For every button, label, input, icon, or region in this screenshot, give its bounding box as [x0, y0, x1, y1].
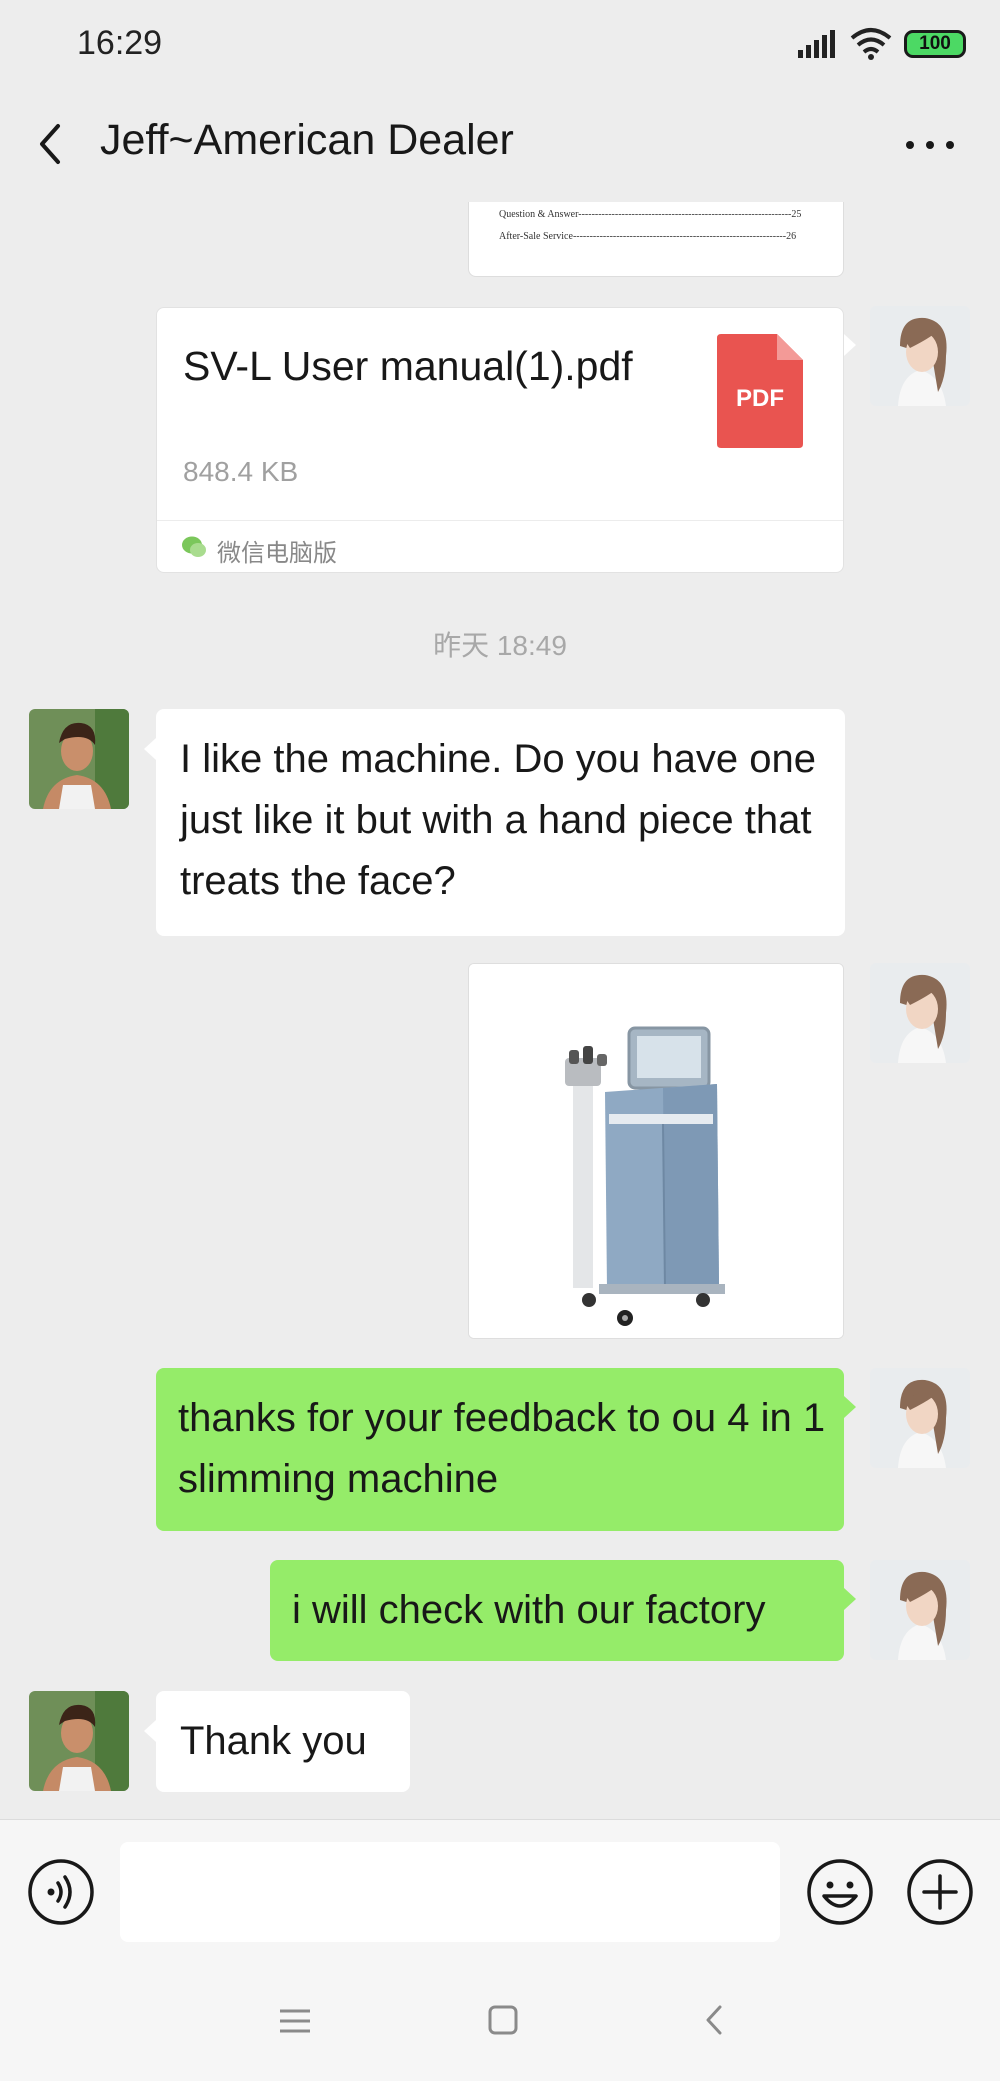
bubble-tail: [844, 1588, 856, 1610]
signal-icon: [798, 30, 835, 58]
status-time: 16:29: [77, 24, 163, 62]
more-dots-icon[interactable]: [896, 120, 966, 170]
file-source: 微信电脑版: [217, 540, 337, 567]
pdf-file-icon: PDF: [717, 334, 803, 448]
message-text: I like the machine. Do you have one just…: [180, 737, 816, 903]
toc-line: After-Sale Service----------------------…: [499, 231, 797, 242]
home-icon[interactable]: [488, 2003, 518, 2037]
slimming-machine-image: [469, 964, 843, 1338]
my-avatar[interactable]: [870, 963, 970, 1063]
chevron-left-icon[interactable]: [28, 114, 84, 174]
document-preview[interactable]: Question & Answer-----------------------…: [468, 202, 844, 277]
input-bar: [0, 1819, 1000, 1961]
toc-line: Question & Answer-----------------------…: [499, 209, 802, 220]
image-message[interactable]: [468, 963, 844, 1339]
bubble-tail: [144, 1720, 156, 1742]
file-message[interactable]: SV-L User manual(1).pdf 848.4 KB PDF 微信电…: [156, 307, 844, 573]
bubble-tail: [844, 334, 856, 356]
voice-icon[interactable]: [27, 1858, 95, 1926]
wifi-icon: [850, 28, 892, 60]
message-input[interactable]: [120, 1842, 780, 1942]
my-avatar[interactable]: [870, 1560, 970, 1660]
menu-icon[interactable]: [278, 2005, 312, 2037]
contact-avatar[interactable]: [29, 709, 129, 809]
emoji-icon[interactable]: [806, 1858, 874, 1926]
file-size: 848.4 KB: [183, 456, 299, 487]
chat-title: Jeff~American Dealer: [100, 116, 514, 164]
message-text: i will check with our factory: [292, 1588, 766, 1632]
status-bar: 16:29 100: [0, 0, 1000, 90]
file-name: SV-L User manual(1).pdf: [183, 343, 633, 389]
chat-header: Jeff~American Dealer: [0, 90, 1000, 202]
bubble-tail: [844, 1396, 856, 1418]
outgoing-message-bubble[interactable]: thanks for your feedback to ou 4 in 1 sl…: [156, 1368, 844, 1531]
message-list[interactable]: Question & Answer-----------------------…: [0, 202, 1000, 1819]
message-timestamp: 昨天 18:49: [433, 630, 567, 661]
file-footer: 微信电脑版: [157, 520, 843, 574]
my-avatar[interactable]: [870, 1368, 970, 1468]
incoming-message-bubble[interactable]: I like the machine. Do you have one just…: [156, 709, 845, 936]
message-text: Thank you: [180, 1719, 367, 1763]
incoming-message-bubble[interactable]: Thank you: [156, 1691, 410, 1792]
battery-indicator: 100: [904, 30, 966, 58]
wechat-icon: [182, 536, 206, 557]
system-nav-bar: [0, 1961, 1000, 2081]
my-avatar[interactable]: [870, 306, 970, 406]
plus-icon[interactable]: [906, 1858, 974, 1926]
contact-avatar[interactable]: [29, 1691, 129, 1791]
outgoing-message-bubble[interactable]: i will check with our factory: [270, 1560, 844, 1661]
back-icon[interactable]: [700, 2001, 728, 2039]
bubble-tail: [144, 738, 156, 760]
pdf-label: PDF: [736, 385, 784, 412]
message-text: thanks for your feedback to ou 4 in 1 sl…: [178, 1396, 826, 1501]
